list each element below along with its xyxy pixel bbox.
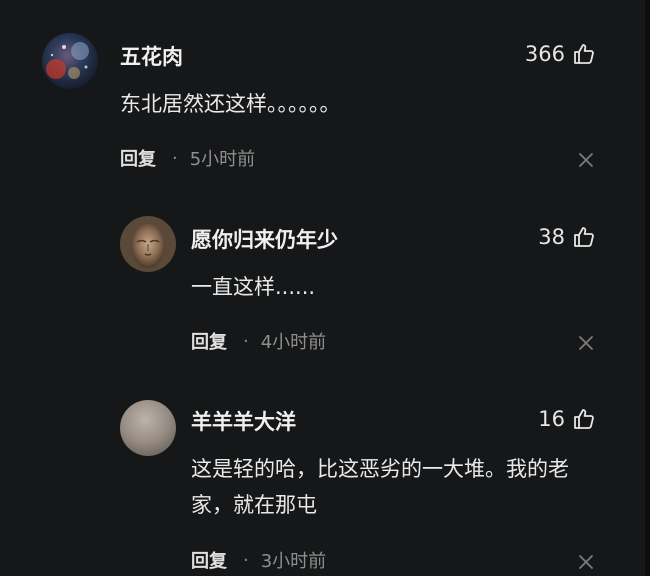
timestamp: 5小时前 bbox=[189, 149, 256, 170]
reply-button[interactable]: 回复 bbox=[191, 328, 227, 354]
avatar[interactable] bbox=[120, 400, 176, 456]
plain-avatar-icon bbox=[120, 400, 176, 456]
close-icon[interactable] bbox=[576, 333, 596, 353]
like-button[interactable]: 16 bbox=[538, 404, 596, 434]
separator-dot: · bbox=[243, 330, 249, 352]
avatar[interactable] bbox=[120, 216, 176, 272]
like-count: 366 bbox=[524, 42, 565, 66]
starry-avatar-icon bbox=[42, 33, 98, 89]
thumbs-up-icon[interactable] bbox=[572, 225, 596, 249]
close-icon[interactable] bbox=[576, 552, 596, 572]
buddha-avatar-icon bbox=[120, 216, 176, 272]
separator-dot: · bbox=[243, 549, 249, 571]
comment-meta: 回复 · 4小时前 bbox=[191, 326, 326, 356]
avatar[interactable] bbox=[42, 33, 98, 89]
like-count: 16 bbox=[538, 407, 565, 431]
reply-button[interactable]: 回复 bbox=[191, 547, 227, 573]
thumbs-up-icon[interactable] bbox=[572, 407, 596, 431]
thumbs-up-icon[interactable] bbox=[572, 42, 596, 66]
username[interactable]: 愿你归来仍年少 bbox=[191, 224, 338, 254]
timestamp: 4小时前 bbox=[260, 332, 327, 353]
username[interactable]: 五花肉 bbox=[120, 41, 183, 71]
username[interactable]: 羊羊羊大洋 bbox=[191, 406, 296, 436]
timestamp: 3小时前 bbox=[260, 551, 327, 572]
window-edge bbox=[645, 0, 650, 576]
comment-meta: 回复 · 5小时前 bbox=[120, 143, 255, 173]
separator-dot: · bbox=[172, 147, 178, 169]
close-icon[interactable] bbox=[576, 150, 596, 170]
like-count: 38 bbox=[538, 225, 565, 249]
like-button[interactable]: 366 bbox=[525, 39, 596, 69]
like-button[interactable]: 38 bbox=[538, 222, 596, 252]
comment-text: 一直这样...... bbox=[191, 275, 316, 299]
reply-button[interactable]: 回复 bbox=[120, 145, 156, 171]
comment-text: 东北居然还这样。。。。。。 bbox=[120, 92, 341, 116]
comment-text: 这是轻的哈，比这恶劣的一大堆。我的老家，就在那屯 bbox=[191, 457, 569, 517]
comment-meta: 回复 · 3小时前 bbox=[191, 545, 326, 575]
